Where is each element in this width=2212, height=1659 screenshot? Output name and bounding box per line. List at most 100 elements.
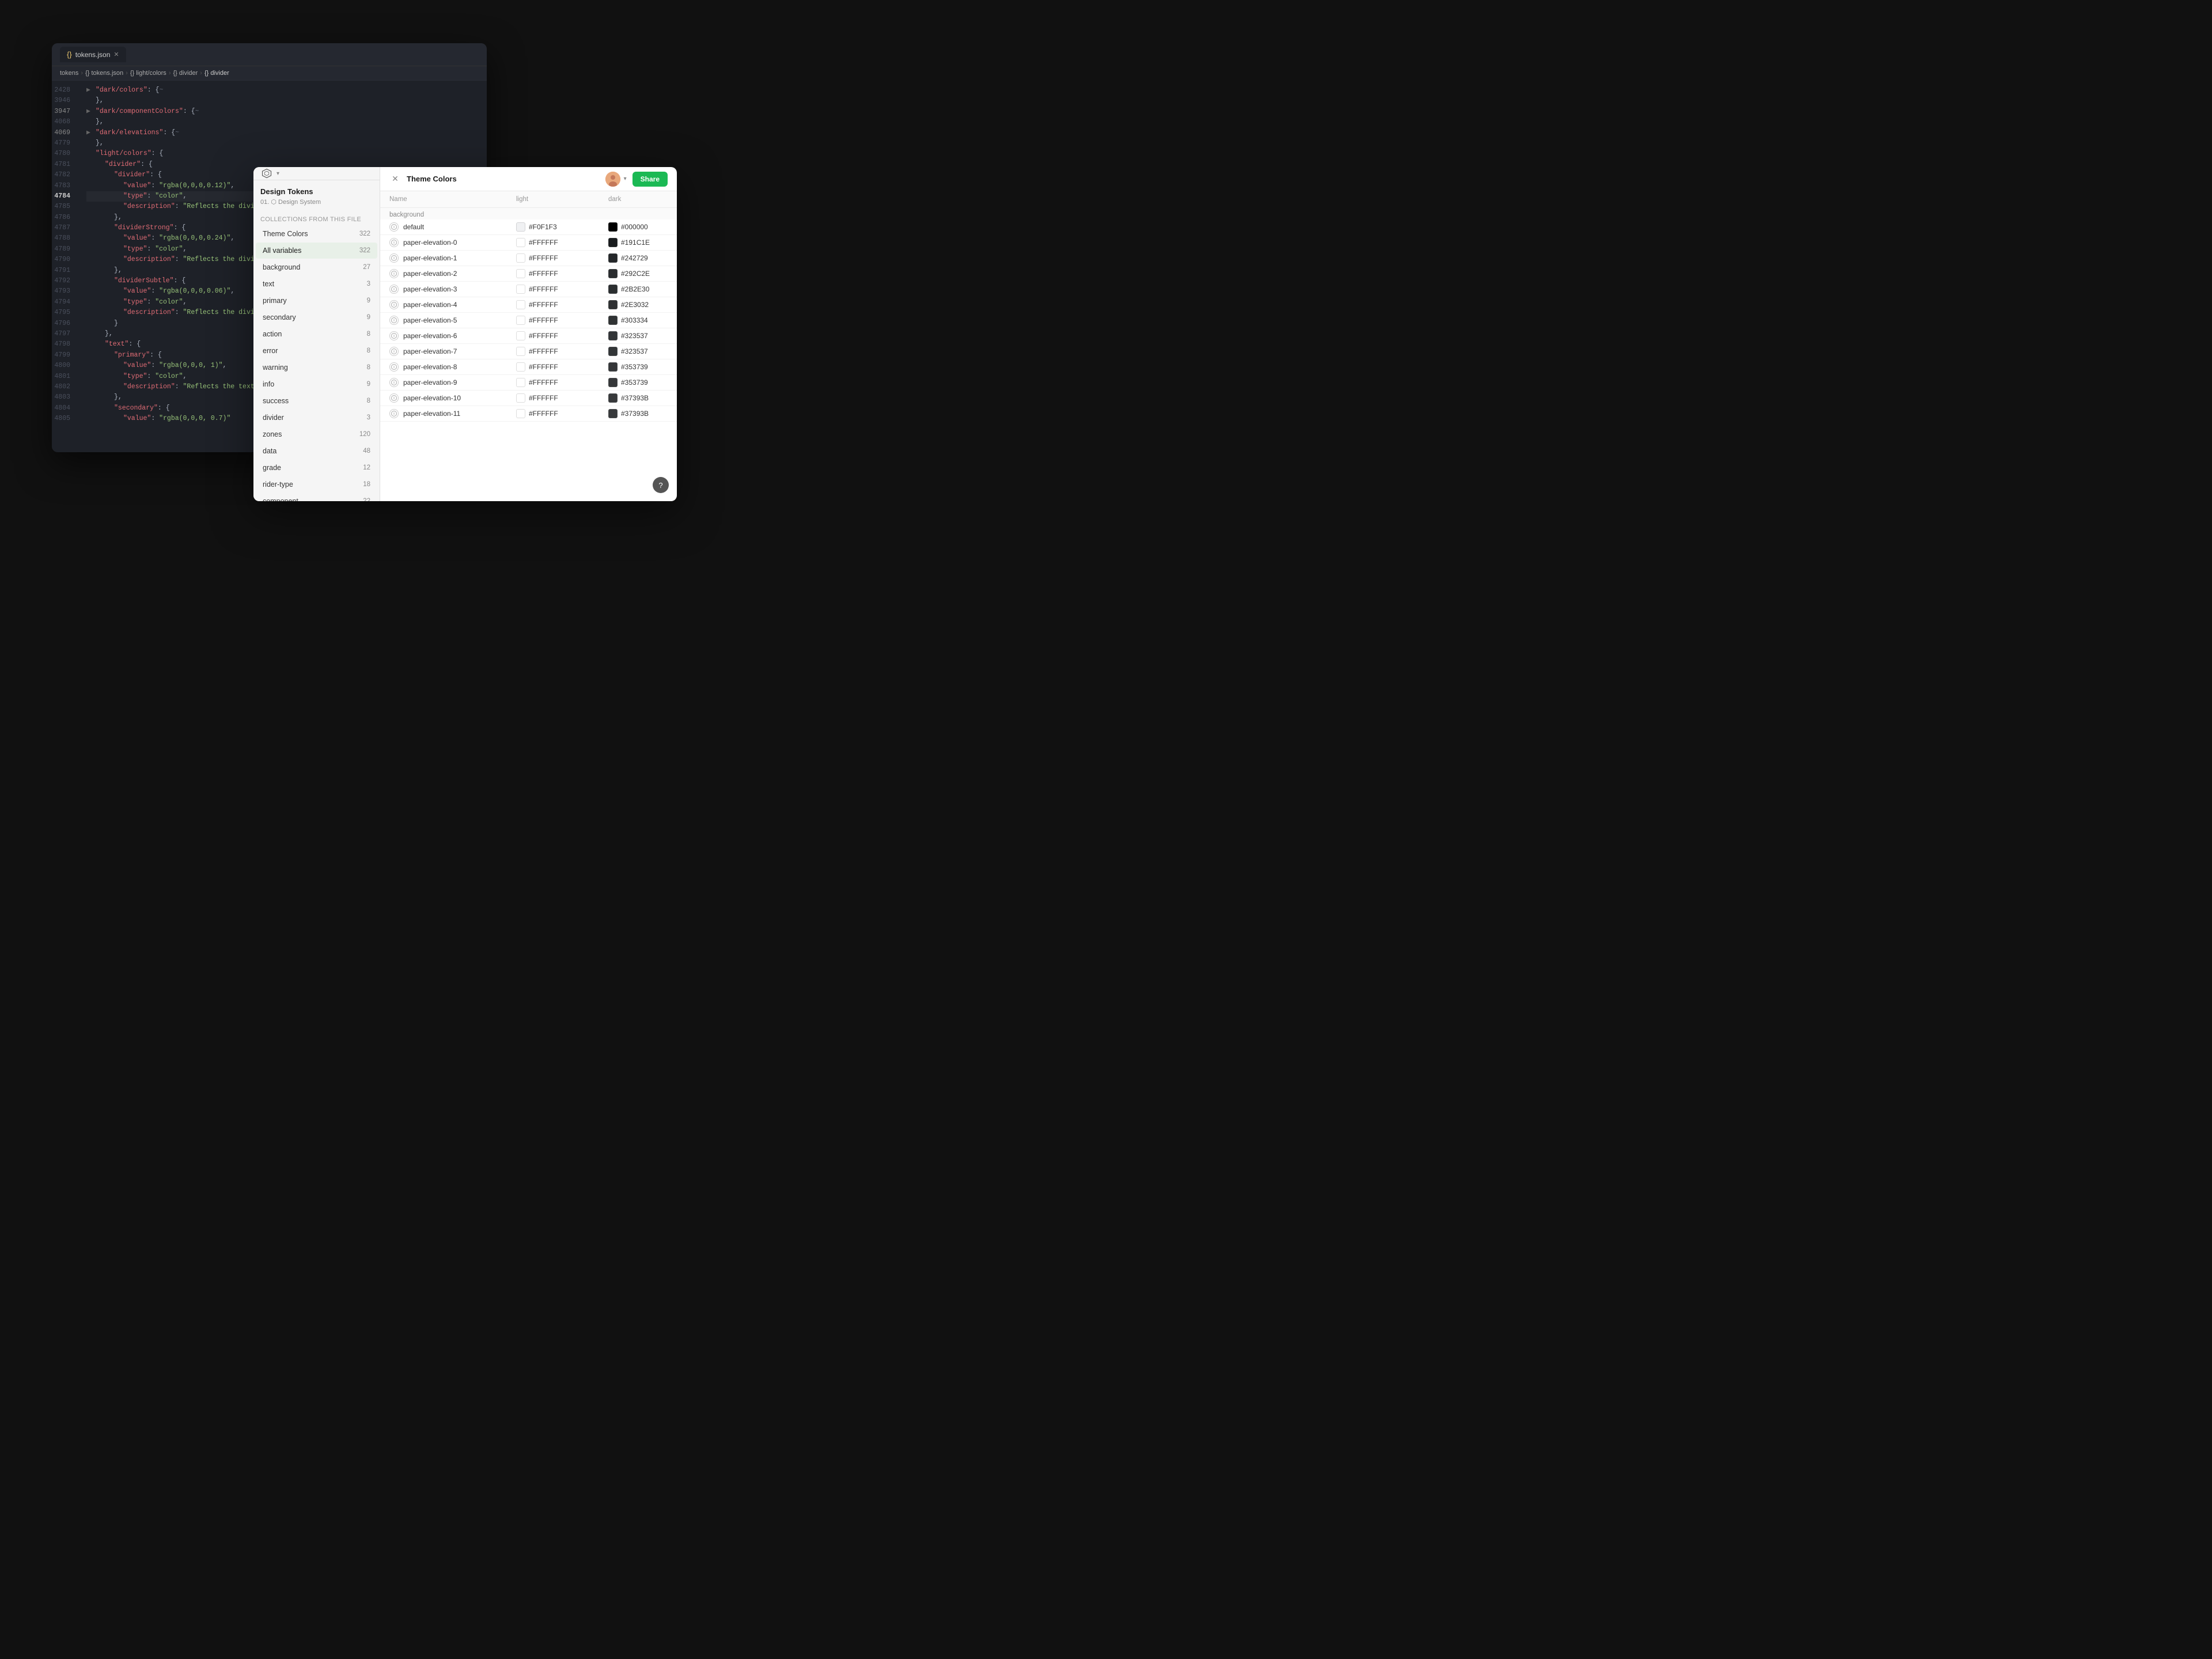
dark-swatch — [608, 253, 618, 263]
token-icon — [389, 378, 399, 387]
dark-color-cell: #323537 — [608, 347, 677, 356]
ln-4788: 4788 — [52, 233, 75, 244]
nav-label: warning — [263, 363, 288, 372]
ln-4786: 4786 — [52, 213, 75, 223]
row-name-paper-elevation-9: paper-elevation-9 — [389, 378, 516, 387]
nav-item-info[interactable]: info 9 — [256, 376, 377, 392]
token-icon — [389, 393, 399, 403]
token-icon — [389, 362, 399, 372]
expand-icon: ▶ — [86, 128, 93, 138]
code-line-4779: }, — [86, 138, 478, 149]
nav-count: 18 — [363, 481, 370, 488]
table-row: paper-elevation-5 #FFFFFF #303334 — [380, 313, 677, 328]
code-line-4069: ▶ "dark/elevations": {~ — [86, 128, 478, 138]
tab-close-button[interactable]: ✕ — [113, 51, 119, 58]
nav-item-data[interactable]: data 48 — [256, 443, 377, 459]
dark-swatch — [608, 331, 618, 340]
close-button[interactable]: ✕ — [389, 173, 401, 185]
share-button[interactable]: Share — [632, 172, 668, 187]
row-name-paper-elevation-11: paper-elevation-11 — [389, 409, 516, 418]
token-icon — [389, 285, 399, 294]
col-dark: dark — [608, 196, 677, 203]
nav-item-secondary[interactable]: secondary 9 — [256, 309, 377, 325]
ln-4793: 4793 — [52, 286, 75, 297]
nav-count: 322 — [359, 247, 370, 254]
panel-title: Theme Colors — [407, 175, 600, 183]
nav-item-error[interactable]: error 8 — [256, 343, 377, 359]
light-color-cell: #FFFFFF — [516, 362, 608, 372]
nav-item-divider[interactable]: divider 3 — [256, 410, 377, 426]
light-color-cell: #FFFFFF — [516, 269, 608, 278]
ln-4790: 4790 — [52, 255, 75, 265]
nav-item-rider-type[interactable]: rider-type 18 — [256, 476, 377, 493]
chevron-icon: ▾ — [276, 171, 279, 177]
light-swatch — [516, 238, 525, 247]
figma-header: ✕ Theme Colors ▾ Share — [380, 167, 677, 191]
table-row: paper-elevation-8 #FFFFFF #353739 — [380, 359, 677, 375]
row-name-paper-elevation-10: paper-elevation-10 — [389, 393, 516, 403]
nav-item-All-variables[interactable]: All variables 322 — [256, 243, 377, 259]
ln-4783: 4783 — [52, 181, 75, 191]
ln-4796: 4796 — [52, 319, 75, 329]
ln-4782: 4782 — [52, 170, 75, 180]
light-swatch — [516, 409, 525, 418]
nav-item-component[interactable]: component 22 — [256, 493, 377, 501]
light-swatch — [516, 253, 525, 263]
nav-count: 8 — [367, 331, 370, 338]
table-row: default #F0F1F3 #000000 — [380, 219, 677, 235]
help-button[interactable]: ? — [653, 477, 669, 493]
row-name-paper-elevation-8: paper-elevation-8 — [389, 362, 516, 372]
nav-item-background[interactable]: background 27 — [256, 259, 377, 275]
nav-item-Theme-Colors[interactable]: Theme Colors 322 — [256, 226, 377, 242]
token-icon — [389, 331, 399, 340]
nav-label: secondary — [263, 313, 296, 321]
user-avatar[interactable] — [605, 172, 620, 187]
dark-color-cell: #37393B — [608, 393, 677, 403]
nav-label: All variables — [263, 247, 301, 255]
nav-item-text[interactable]: text 3 — [256, 276, 377, 292]
nav-item-warning[interactable]: warning 8 — [256, 359, 377, 376]
ln-4803: 4803 — [52, 392, 75, 403]
plugin-subtitle: 01. ⬡ Design System — [253, 198, 380, 211]
row-name-paper-elevation-5: paper-elevation-5 — [389, 316, 516, 325]
dark-color-cell: #353739 — [608, 362, 677, 372]
dark-color-cell: #303334 — [608, 316, 677, 325]
light-color-cell: #FFFFFF — [516, 300, 608, 309]
nav-item-zones[interactable]: zones 120 — [256, 426, 377, 442]
nav-count: 120 — [359, 431, 370, 438]
ln-4785: 4785 — [52, 202, 75, 212]
token-icon — [389, 347, 399, 356]
light-swatch — [516, 393, 525, 403]
row-name-paper-elevation-1: paper-elevation-1 — [389, 253, 516, 263]
light-swatch — [516, 347, 525, 356]
dark-color-cell: #37393B — [608, 409, 677, 418]
nav-item-grade[interactable]: grade 12 — [256, 460, 377, 476]
dark-color-cell: #2B2E30 — [608, 285, 677, 294]
col-name: Name — [389, 196, 516, 203]
figma-main: ✕ Theme Colors ▾ Share Name light dark — [380, 167, 677, 501]
nav-count: 9 — [367, 381, 370, 388]
nav-item-success[interactable]: success 8 — [256, 393, 377, 409]
avatar-chevron: ▾ — [624, 176, 627, 182]
light-swatch — [516, 362, 525, 372]
ln-4797: 4797 — [52, 329, 75, 339]
nav-label: divider — [263, 414, 284, 422]
light-color-cell: #F0F1F3 — [516, 222, 608, 232]
breadcrumb-divider-parent: {} divider — [173, 70, 198, 77]
nav-label: component — [263, 497, 298, 501]
nav-count: 8 — [367, 397, 370, 404]
expand-icon: ▶ — [86, 107, 93, 117]
nav-item-action[interactable]: action 8 — [256, 326, 377, 342]
ln-4802: 4802 — [52, 382, 75, 392]
nav-count: 12 — [363, 464, 370, 471]
dark-swatch — [608, 362, 618, 372]
code-line-2428: ▶ "dark/colors": {~ — [86, 85, 478, 96]
editor-tab[interactable]: {} tokens.json ✕ — [60, 47, 126, 62]
nav-item-primary[interactable]: primary 9 — [256, 293, 377, 309]
nav-label: text — [263, 280, 274, 288]
nav-count: 8 — [367, 347, 370, 354]
light-color-cell: #FFFFFF — [516, 409, 608, 418]
token-icon — [389, 238, 399, 247]
ln-4798: 4798 — [52, 339, 75, 350]
dark-color-cell: #000000 — [608, 222, 677, 232]
